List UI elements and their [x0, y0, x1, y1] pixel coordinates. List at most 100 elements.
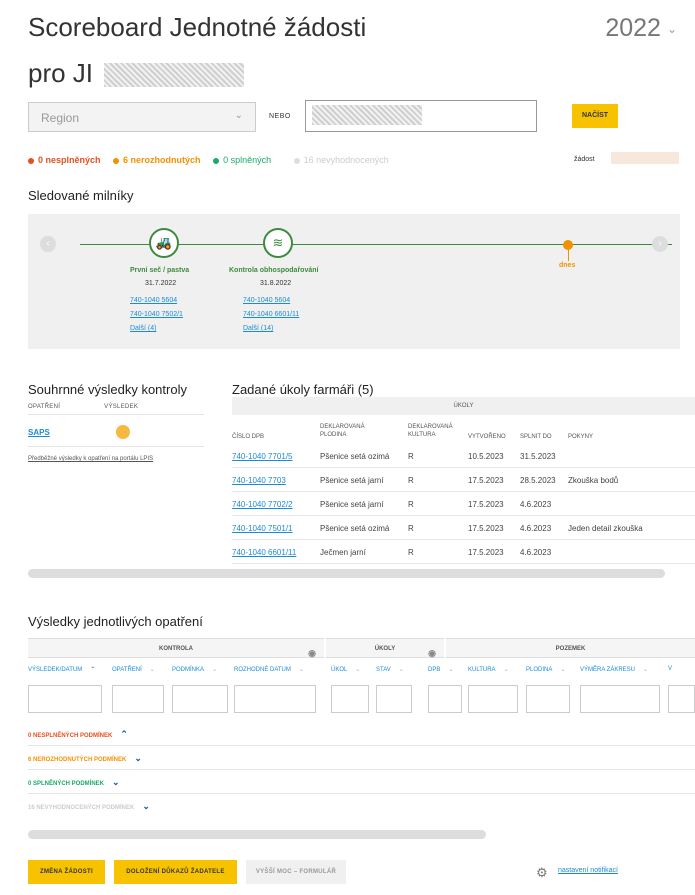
redacted-value — [312, 105, 422, 125]
filter-input[interactable] — [172, 685, 228, 713]
table-row[interactable]: 740-1040 6601/11 Ječmen jarní R 17.5.202… — [232, 540, 695, 564]
milestone-link[interactable]: 740-1040 5604 — [243, 297, 290, 304]
col-state[interactable]: STAV ⌄ — [376, 666, 404, 673]
col-task[interactable]: ÚKOL ⌄ — [331, 666, 360, 673]
filter-input[interactable] — [376, 685, 412, 713]
milestone-link[interactable]: 740-1040 6601/11 — [243, 311, 299, 318]
group-tasks: ÚKOLY ◉ — [326, 638, 444, 658]
change-request-button[interactable]: ZMĚNA ŽÁDOSTI — [28, 860, 105, 884]
force-majeure-button[interactable]: VYŠŠÍ MOC – FORMULÁŘ — [246, 860, 346, 884]
chevron-down-icon: ⌄ — [142, 801, 150, 811]
filter-input[interactable] — [580, 685, 660, 713]
col-result-date[interactable]: VÝSLEDEK/DATUM ⌃ — [28, 666, 95, 673]
table-row[interactable]: 740-1040 7702/2 Pšenice setá jarní R 17.… — [232, 492, 695, 516]
cell-due: 4.6.2023 — [520, 500, 552, 509]
chevron-left-icon[interactable]: ‹ — [40, 236, 56, 252]
field-icon: ≋ — [263, 228, 293, 258]
stat-unfulfilled[interactable]: 0 nesplněných — [28, 155, 101, 165]
horizontal-scrollbar[interactable] — [28, 830, 486, 839]
dpb-link[interactable]: 740-1040 7501/1 — [232, 524, 293, 533]
table-row[interactable]: 740-1040 7501/1 Pšenice setá ozimá R 17.… — [232, 516, 695, 540]
filter-input[interactable] — [112, 685, 164, 713]
chevron-down-icon: ⌄ — [398, 667, 404, 673]
eye-icon[interactable]: ◉ — [308, 643, 316, 663]
group-row-unfulfilled[interactable]: 0 NESPLNĚNÝCH PODMÍNEK ⌃ — [28, 722, 695, 746]
filter-input[interactable] — [28, 685, 102, 713]
status-dot-icon — [293, 157, 300, 164]
load-button[interactable]: NAČÍST — [572, 104, 618, 128]
col-measure[interactable]: OPATŘENÍ ⌄ — [112, 666, 155, 673]
measure-link[interactable]: SAPS — [28, 428, 50, 437]
stat-unevaluated[interactable]: 16 nevyhodnocených — [293, 155, 399, 165]
notification-settings-link[interactable]: nastavení notifikací — [558, 867, 618, 874]
col-measure: OPATŘENÍ — [28, 404, 61, 410]
chevron-down-icon: ⌄ — [643, 667, 649, 673]
stat-fulfilled[interactable]: 0 splněných — [213, 155, 281, 165]
col-result: VÝSLEDEK — [104, 404, 139, 410]
status-summary: 0 nesplněných 6 nerozhodnutých 0 splněný… — [28, 155, 409, 165]
milestone-more-link[interactable]: Další (14) — [243, 325, 273, 332]
gear-icon[interactable]: ⚙ — [536, 865, 548, 881]
dpb-link[interactable]: 740-1040 7701/5 — [232, 452, 293, 461]
cell-created: 17.5.2023 — [468, 548, 504, 557]
cell-culture: R — [408, 548, 414, 557]
year-select[interactable]: 2022 ⌄ — [605, 14, 677, 43]
or-label: NEBO — [269, 113, 291, 120]
eye-icon[interactable]: ◉ — [428, 643, 436, 663]
col-decision-date[interactable]: ROZHODNÉ DATUM ⌄ — [234, 666, 304, 673]
horizontal-scrollbar[interactable] — [28, 569, 665, 578]
col-v[interactable]: V — [668, 666, 672, 672]
cell-due: 28.5.2023 — [520, 476, 556, 485]
tasks-group-header: ÚKOLY — [232, 397, 695, 415]
dpb-link[interactable]: 740-1040 7702/2 — [232, 500, 293, 509]
result-status-dot — [116, 425, 130, 439]
chevron-down-icon: ⌄ — [355, 667, 361, 673]
table-row[interactable]: 740-1040 7701/5 Pšenice setá ozimá R 10.… — [232, 444, 695, 468]
subtitle-text: pro JI — [28, 58, 94, 88]
filter-input[interactable] — [234, 685, 316, 713]
col-area[interactable]: VÝMĚRA ZÁKRESU ⌄ — [580, 666, 648, 673]
stat-undecided[interactable]: 6 nerozhodnutých — [113, 155, 201, 165]
ji-input[interactable] — [305, 100, 537, 132]
chevron-down-icon: ⌄ — [149, 667, 155, 673]
col-condition[interactable]: PODMÍNKA ⌄ — [172, 666, 217, 673]
page-title: Scoreboard Jednotné žádosti — [28, 12, 367, 42]
submit-evidence-button[interactable]: DOLOŽENÍ DŮKAZŮ ŽADATELE — [114, 860, 237, 884]
chevron-right-icon[interactable]: › — [652, 236, 668, 252]
chevron-down-icon: ⌄ — [134, 753, 142, 763]
dpb-link[interactable]: 740-1040 7703 — [232, 476, 286, 485]
group-row-unevaluated[interactable]: 16 NEVYHODNOCENÝCH PODMÍNEK ⌄ — [28, 794, 695, 818]
region-select[interactable]: Region ⌄ — [28, 102, 256, 132]
region-placeholder: Region — [41, 111, 80, 125]
col-culture[interactable]: KULTURA ⌄ — [468, 666, 509, 673]
chevron-down-icon: ⌄ — [503, 667, 509, 673]
col-crop[interactable]: PLODINA ⌄ — [526, 666, 565, 673]
status-dot-icon — [113, 157, 120, 164]
divider — [28, 414, 204, 415]
lpis-link[interactable]: Předběžné výsledky k opatření na portálu… — [28, 456, 153, 462]
results-heading: Výsledky jednotlivých opatření — [28, 614, 203, 629]
dpb-link[interactable]: 740-1040 6601/11 — [232, 548, 296, 557]
group-row-undecided[interactable]: 6 NEROZHODNUTÝCH PODMÍNEK ⌄ — [28, 746, 695, 770]
cell-crop: Pšenice setá ozimá — [320, 524, 390, 533]
cell-created: 17.5.2023 — [468, 524, 504, 533]
group-row-fulfilled[interactable]: 0 SPLNĚNÝCH PODMÍNEK ⌄ — [28, 770, 695, 794]
filter-input[interactable] — [428, 685, 462, 713]
col-culture: DEKLAROVANÁ KULTURA — [408, 424, 453, 438]
filter-input[interactable] — [668, 685, 695, 713]
milestone-link[interactable]: 740-1040 5604 — [130, 297, 177, 304]
cell-crop: Pšenice setá jarní — [320, 500, 384, 509]
filter-input[interactable] — [468, 685, 518, 713]
filter-input[interactable] — [331, 685, 369, 713]
milestone-more-link[interactable]: Další (4) — [130, 325, 156, 332]
year-value: 2022 — [605, 14, 661, 42]
cell-created: 17.5.2023 — [468, 476, 504, 485]
today-marker-stem — [568, 249, 569, 261]
chevron-down-icon: ⌄ — [448, 667, 454, 673]
page-subtitle: pro JI — [28, 58, 245, 89]
filter-input[interactable] — [526, 685, 570, 713]
table-row[interactable]: 740-1040 7703 Pšenice setá jarní R 17.5.… — [232, 468, 695, 492]
milestone-link[interactable]: 740-1040 7502/1 — [130, 311, 183, 318]
status-dot-icon — [213, 157, 220, 164]
col-dpb[interactable]: DPB ⌄ — [428, 666, 453, 673]
